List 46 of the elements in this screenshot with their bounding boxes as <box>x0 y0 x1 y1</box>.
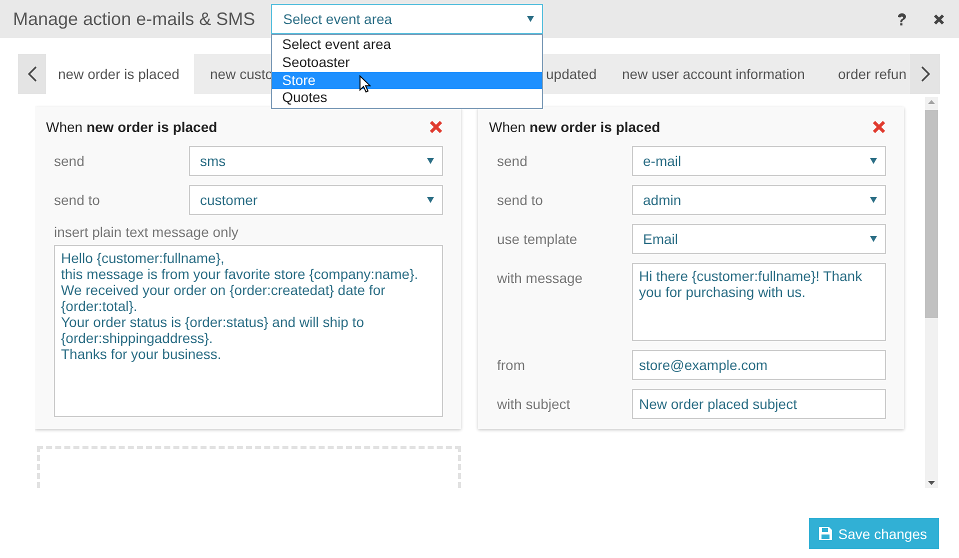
chevron-left-icon <box>28 66 36 82</box>
caret-icon <box>427 197 434 203</box>
caret-icon <box>427 158 434 164</box>
delete-icon[interactable] <box>429 120 443 134</box>
dropdown-option[interactable]: Quotes <box>272 89 542 108</box>
close-icon[interactable] <box>933 12 945 26</box>
card-title: When new order is placed <box>489 119 660 135</box>
field-label: send <box>54 152 86 171</box>
previous-tab-button[interactable] <box>18 54 46 94</box>
message-field[interactable]: Hi there {customer:fullname}! Thank you for purchasing with us. <box>632 263 886 341</box>
scrollbar[interactable] <box>925 97 938 488</box>
tab[interactable]: updated <box>546 54 608 94</box>
dropdown-option[interactable]: Seotoaster <box>272 54 542 72</box>
field-label: send <box>497 152 528 171</box>
dropdown-select[interactable]: e-mail <box>632 146 886 176</box>
caret-icon <box>870 158 877 164</box>
scroll-down-icon[interactable] <box>928 481 935 485</box>
help-icon[interactable] <box>896 12 908 26</box>
tab[interactable]: new user account information <box>608 54 824 94</box>
next-tab-button[interactable] <box>910 54 940 94</box>
delete-icon[interactable] <box>872 120 886 134</box>
tab[interactable]: order refun <box>824 54 906 94</box>
cursor-icon <box>359 74 372 93</box>
field-label: from <box>497 356 526 375</box>
caret-icon <box>870 236 877 242</box>
field-label: send to <box>497 191 544 210</box>
card-title: When new order is placed <box>46 119 218 135</box>
window-title: Manage action e-mails & SMS <box>13 8 256 30</box>
input-field[interactable]: New order placed subject <box>632 389 886 419</box>
event-area-select[interactable]: Select event area <box>271 4 544 34</box>
message-field[interactable]: Hello {customer:fullname}, this message is from your favorite store {company:name}. We received your order on {order:createdat} date for {order:total}. Your order status is {order:status} and will ship to {order:shippingaddress}. Thanks for your business. <box>54 245 443 417</box>
caret-icon <box>527 16 534 22</box>
dropdown-select[interactable]: admin <box>632 185 886 215</box>
input-field[interactable]: store@example.com <box>632 350 886 380</box>
field-label: with subject <box>497 395 572 414</box>
chevron-right-icon <box>920 66 930 82</box>
field-label: with message <box>497 269 584 288</box>
tab[interactable]: new order is placed <box>46 54 194 94</box>
field-label: insert plain text message only <box>53 224 240 240</box>
field-label: send to <box>54 191 101 210</box>
dropdown-select[interactable]: Email <box>632 224 886 254</box>
dropdown-option[interactable]: Select event area <box>272 36 542 54</box>
dropdown-select[interactable]: sms <box>189 146 443 176</box>
field-label: use template <box>497 230 578 249</box>
dropdown-select[interactable]: customer <box>189 185 443 215</box>
caret-icon <box>870 197 877 203</box>
